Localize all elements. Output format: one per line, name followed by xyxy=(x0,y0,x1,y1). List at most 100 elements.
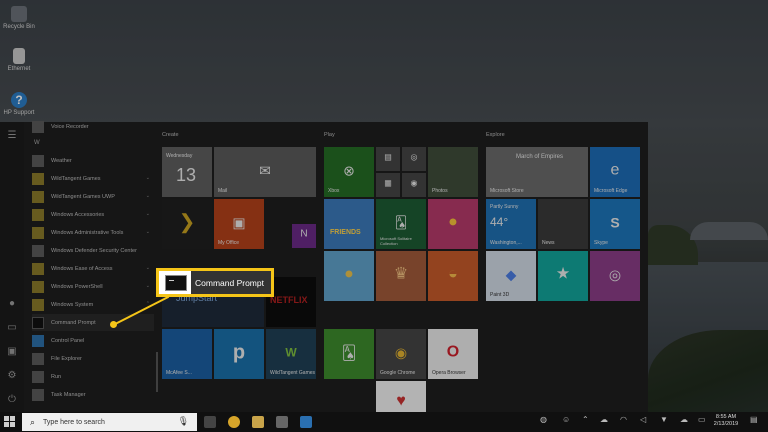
tile-camera[interactable]: ◉ xyxy=(402,173,426,197)
tile-label: Google Chrome xyxy=(380,370,416,376)
chevron-down-icon: ⌄ xyxy=(145,229,150,235)
taskbar: ⌕ Type here to search 🎙 ◍ ☺ ⌃ ☁ ◠ ◁ ▼ ☁ … xyxy=(0,412,768,432)
tile-royal-game[interactable]: ♛ xyxy=(376,251,426,301)
tile-label: Mail xyxy=(218,188,228,194)
cloud-tray-icon[interactable]: ☁ xyxy=(680,415,688,424)
tile-movies[interactable]: ▤ xyxy=(376,147,400,171)
volume-icon[interactable]: ◁ xyxy=(640,415,646,424)
tile-skype[interactable]: S Skype xyxy=(590,199,640,249)
wallpaper-mountain xyxy=(690,222,768,240)
people-icon[interactable]: ☺ xyxy=(562,415,570,424)
tile-plex[interactable]: ❯ xyxy=(162,199,212,249)
desktop-icon-hp-support[interactable]: ? HP Support xyxy=(2,92,36,117)
chevron-down-icon: ⌄ xyxy=(145,175,150,181)
app-item-file-explorer[interactable]: File Explorer xyxy=(32,350,154,367)
chrome-icon: ◉ xyxy=(394,344,408,361)
shield-tray-icon[interactable]: ▼ xyxy=(660,415,668,424)
tile-bubble-game[interactable]: ● xyxy=(324,251,374,301)
tile-mcafee[interactable]: McAfee S... xyxy=(162,329,212,379)
tile-pixel-heart[interactable]: ♥ xyxy=(376,381,426,412)
app-item-windows-powershell[interactable]: Windows PowerShell ⌄ xyxy=(32,278,154,295)
task-view-icon[interactable] xyxy=(204,416,216,428)
app-item-windows-system[interactable]: Windows System ⌃ xyxy=(32,296,154,313)
store-taskbar-icon[interactable] xyxy=(276,416,288,428)
desktop-icon-label: Recycle Bin xyxy=(3,24,35,30)
tile-google-chrome[interactable]: ◉ Google Chrome xyxy=(376,329,426,379)
microphone-icon[interactable]: 🎙 xyxy=(178,416,189,427)
weather-icon xyxy=(32,154,44,167)
app-item-voice-recorder[interactable]: Voice Recorder xyxy=(32,118,154,135)
app-item-windows-accessories[interactable]: Windows Accessories ⌄ xyxy=(32,206,154,223)
folder-icon xyxy=(32,352,44,365)
settings-gear-icon[interactable]: ⚙ xyxy=(6,370,18,382)
network-status-icon[interactable]: ◍ xyxy=(540,415,547,424)
mail-taskbar-icon[interactable] xyxy=(300,416,312,428)
group-title-create[interactable]: Create xyxy=(162,132,179,138)
tile-photos[interactable]: Photos xyxy=(428,147,478,197)
desktop-icon-recycle-bin[interactable]: Recycle Bin xyxy=(2,6,36,31)
tile-store-star[interactable]: ★ xyxy=(538,251,588,301)
tile-calendar[interactable]: Wednesday 13 xyxy=(162,147,212,197)
tile-weather[interactable]: Partly Sunny 44° Washington,... xyxy=(486,199,536,249)
app-item-command-prompt[interactable]: Command Prompt xyxy=(32,314,154,331)
app-item-weather[interactable]: Weather xyxy=(32,152,154,169)
app-list-letter-header[interactable]: W xyxy=(34,140,40,146)
power-icon[interactable]: ⏻ xyxy=(6,394,18,406)
tile-onenote[interactable]: N xyxy=(292,224,316,248)
tile-p-app[interactable]: p xyxy=(214,329,264,379)
tile-paint-3d[interactable]: ◆ Paint 3D xyxy=(486,251,536,301)
tile-friends-game[interactable]: FRIENDS xyxy=(324,199,374,249)
user-icon[interactable]: ● xyxy=(6,298,18,310)
shield-icon xyxy=(32,244,44,257)
chevron-down-icon: ⌄ xyxy=(145,193,150,199)
app-item-windows-administrative-tools[interactable]: Windows Administrative Tools ⌄ xyxy=(32,224,154,241)
tile-instagram[interactable]: ◎ xyxy=(590,251,640,301)
tile-calculator[interactable]: ▦ xyxy=(376,173,400,197)
desktop-icon-ethernet[interactable]: Ethernet xyxy=(2,48,36,73)
taskbar-clock[interactable]: 8:55 AM 2/13/2019 xyxy=(710,414,742,428)
app-list-scrollbar[interactable] xyxy=(156,352,158,392)
tile-microsoft-store-news[interactable]: March of Empires Microsoft Store xyxy=(486,147,588,197)
folder-icon xyxy=(32,262,44,275)
command-prompt-callout[interactable]: Command Prompt xyxy=(156,268,274,297)
tile-solitaire[interactable]: 🂡 Microsoft Solitaire Collection xyxy=(376,199,426,249)
keyboard-icon[interactable]: ▭ xyxy=(698,415,706,424)
tile-candy-crush[interactable]: ● xyxy=(428,199,478,249)
camera-icon: ◉ xyxy=(410,178,418,188)
app-item-run[interactable]: Run xyxy=(32,368,154,385)
folder-icon xyxy=(32,298,44,311)
tile-solitaire-classic[interactable]: 🂡 xyxy=(324,329,374,379)
hamburger-icon[interactable]: ☰ xyxy=(6,130,18,142)
netflix-label: NETFLIX xyxy=(270,295,308,305)
app-item-control-panel[interactable]: Control Panel xyxy=(32,332,154,349)
tile-mail[interactable]: ✉ Mail xyxy=(214,147,316,197)
calculator-icon: ▦ xyxy=(384,178,392,188)
wifi-icon[interactable]: ◠ xyxy=(620,415,627,424)
tile-microsoft-edge[interactable]: e Microsoft Edge xyxy=(590,147,640,197)
chrome-taskbar-icon[interactable] xyxy=(228,416,240,428)
tile-news[interactable]: News xyxy=(538,199,588,249)
app-item-windows-ease-of-access[interactable]: Windows Ease of Access ⌄ xyxy=(32,260,154,277)
pictures-icon[interactable]: ▣ xyxy=(6,346,18,358)
tile-opera[interactable]: O Opera Browser xyxy=(428,329,478,379)
action-center-icon[interactable]: ▤ xyxy=(750,415,758,424)
group-title-play[interactable]: Play xyxy=(324,132,335,138)
app-item-wildtangent-games[interactable]: WildTangent Games ⌄ xyxy=(32,170,154,187)
file-explorer-taskbar-icon[interactable] xyxy=(252,416,264,428)
tile-burger-game[interactable]: ◒ xyxy=(428,251,478,301)
group-title-explore[interactable]: Explore xyxy=(486,132,505,138)
onedrive-cloud-icon[interactable]: ☁ xyxy=(600,415,608,424)
tile-groove[interactable]: ◎ xyxy=(402,147,426,171)
windows-start-icon[interactable] xyxy=(4,416,16,428)
app-item-wildtangent-games-uwp[interactable]: WildTangent Games UWP ⌄ xyxy=(32,188,154,205)
app-item-windows-defender[interactable]: Windows Defender Security Center xyxy=(32,242,154,259)
show-hidden-icons-chevron-icon[interactable]: ⌃ xyxy=(582,415,589,424)
taskbar-search-box[interactable]: ⌕ Type here to search 🎙 xyxy=(22,413,197,431)
tile-my-office[interactable]: ▣ My Office xyxy=(214,199,264,249)
tile-wildtangent[interactable]: W WildTangent Games xyxy=(266,329,316,379)
xbox-icon: ⊗ xyxy=(343,162,355,179)
documents-icon[interactable]: ▭ xyxy=(6,322,18,334)
app-item-task-manager[interactable]: Task Manager xyxy=(32,386,154,403)
tile-xbox[interactable]: ⊗ Xbox xyxy=(324,147,374,197)
app-label: Command Prompt xyxy=(51,319,96,326)
